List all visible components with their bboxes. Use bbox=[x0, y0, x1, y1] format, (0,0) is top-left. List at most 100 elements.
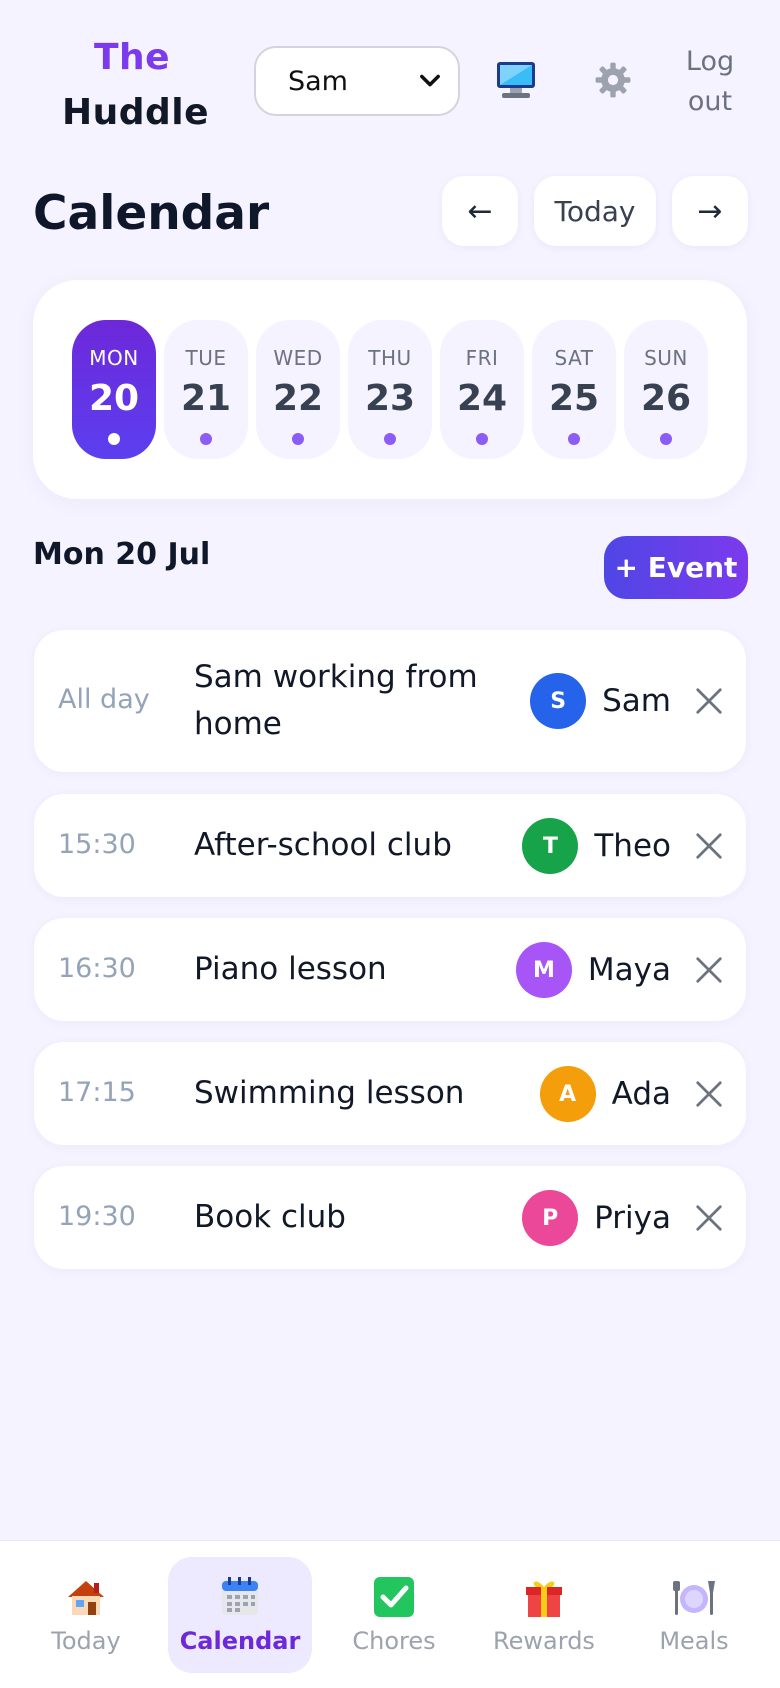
day-fri[interactable]: FRI 24 bbox=[440, 320, 524, 459]
event-assignee: S Sam bbox=[530, 673, 671, 729]
calendar-icon bbox=[222, 1577, 258, 1615]
event-title: Swimming lesson bbox=[194, 1075, 465, 1111]
bottom-navigation: Today Calendar Chores Rewards Meals bbox=[0, 1540, 780, 1688]
assignee-name: Ada bbox=[611, 1076, 671, 1112]
day-sat[interactable]: SAT 25 bbox=[532, 320, 616, 459]
tab-rewards[interactable]: Rewards bbox=[472, 1557, 616, 1673]
day-name: TUE bbox=[185, 346, 227, 370]
assignee-name: Priya bbox=[594, 1200, 671, 1236]
add-event-button[interactable]: + Event bbox=[604, 536, 748, 599]
today-button[interactable]: Today bbox=[534, 176, 656, 246]
logout-label-1: Log bbox=[685, 46, 735, 77]
tab-today[interactable]: Today bbox=[14, 1557, 158, 1673]
brand-line-2: Huddle bbox=[62, 92, 210, 133]
event-dot bbox=[292, 433, 304, 445]
brand-logo: The Huddle bbox=[62, 30, 210, 140]
assignee-name: Maya bbox=[587, 952, 671, 988]
event-assignee: P Priya bbox=[522, 1190, 671, 1246]
day-name: SAT bbox=[554, 346, 594, 370]
logout-label-2: out bbox=[687, 86, 733, 117]
tab-label: Today bbox=[51, 1627, 121, 1655]
event-item[interactable]: 16:30 Piano lesson M Maya bbox=[34, 918, 746, 1021]
event-item[interactable]: 19:30 Book club P Priya bbox=[34, 1166, 746, 1269]
day-number: 20 bbox=[88, 378, 140, 419]
tab-meals[interactable]: Meals bbox=[622, 1557, 766, 1673]
close-icon[interactable] bbox=[694, 955, 724, 985]
event-title: Piano lesson bbox=[194, 951, 387, 987]
day-number: 26 bbox=[640, 378, 692, 419]
day-name: FRI bbox=[465, 346, 499, 370]
day-tue[interactable]: TUE 21 bbox=[164, 320, 248, 459]
gear-icon[interactable] bbox=[594, 61, 632, 99]
day-name: WED bbox=[273, 346, 323, 370]
event-dot bbox=[660, 433, 672, 445]
tab-label: Rewards bbox=[493, 1627, 595, 1655]
selected-date-heading: Mon 20 Jul bbox=[33, 537, 211, 572]
event-item[interactable]: 15:30 After-school club T Theo bbox=[34, 794, 746, 897]
event-time: 16:30 bbox=[58, 953, 136, 984]
day-mon[interactable]: MON 20 bbox=[72, 320, 156, 459]
tab-chores[interactable]: Chores bbox=[322, 1557, 466, 1673]
event-dot bbox=[108, 433, 120, 445]
event-title: Sam working from home bbox=[194, 654, 478, 748]
app-header: The Huddle Sam Log out bbox=[0, 0, 780, 160]
day-number: 21 bbox=[180, 378, 232, 419]
event-dot bbox=[384, 433, 396, 445]
event-title-line-1: Sam working from bbox=[194, 659, 478, 695]
day-wed[interactable]: WED 22 bbox=[256, 320, 340, 459]
event-dot bbox=[476, 433, 488, 445]
avatar: T bbox=[522, 818, 579, 874]
tab-label: Chores bbox=[352, 1627, 436, 1655]
event-assignee: A Ada bbox=[539, 1066, 671, 1122]
event-title: Book club bbox=[194, 1199, 346, 1235]
tab-label: Calendar bbox=[179, 1627, 301, 1655]
day-number: 24 bbox=[456, 378, 508, 419]
day-number: 23 bbox=[364, 378, 416, 419]
gift-icon bbox=[526, 1581, 562, 1617]
house-icon bbox=[68, 1581, 104, 1615]
checkmark-icon bbox=[374, 1577, 414, 1617]
avatar: P bbox=[522, 1190, 579, 1246]
day-name: MON bbox=[89, 346, 139, 370]
close-icon[interactable] bbox=[694, 1079, 724, 1109]
chevron-down-icon bbox=[420, 74, 440, 87]
day-name: THU bbox=[368, 346, 412, 370]
event-assignee: T Theo bbox=[522, 818, 671, 874]
close-icon[interactable] bbox=[694, 831, 724, 861]
plate-cutlery-icon bbox=[673, 1581, 715, 1615]
avatar: M bbox=[515, 942, 572, 998]
event-time: 15:30 bbox=[58, 829, 136, 860]
logout-button[interactable]: Log out bbox=[670, 42, 750, 122]
event-title: After-school club bbox=[194, 827, 452, 863]
day-number: 25 bbox=[548, 378, 600, 419]
assignee-name: Sam bbox=[602, 683, 671, 719]
event-time: All day bbox=[58, 684, 150, 715]
event-dot bbox=[568, 433, 580, 445]
event-time: 19:30 bbox=[58, 1201, 136, 1232]
event-assignee: M Maya bbox=[515, 942, 671, 998]
previous-week-button[interactable]: ← bbox=[442, 176, 518, 246]
monitor-icon[interactable] bbox=[494, 60, 538, 100]
event-item[interactable]: 17:15 Swimming lesson A Ada bbox=[34, 1042, 746, 1145]
week-strip: MON 20 TUE 21 WED 22 THU 23 FRI 24 SAT 2… bbox=[33, 280, 747, 499]
close-icon[interactable] bbox=[694, 686, 724, 716]
tab-label: Meals bbox=[659, 1627, 729, 1655]
user-select[interactable]: Sam bbox=[254, 46, 460, 116]
brand-line-1: The bbox=[93, 37, 171, 78]
assignee-name: Theo bbox=[594, 828, 671, 864]
day-sun[interactable]: SUN 26 bbox=[624, 320, 708, 459]
tab-calendar[interactable]: Calendar bbox=[168, 1557, 312, 1673]
day-number: 22 bbox=[272, 378, 324, 419]
avatar: A bbox=[539, 1066, 596, 1122]
user-select-value: Sam bbox=[288, 65, 348, 97]
event-dot bbox=[200, 433, 212, 445]
event-title-line-2: home bbox=[194, 706, 282, 742]
day-name: SUN bbox=[644, 346, 688, 370]
close-icon[interactable] bbox=[694, 1203, 724, 1233]
next-week-button[interactable]: → bbox=[672, 176, 748, 246]
page-title: Calendar bbox=[33, 186, 270, 241]
day-thu[interactable]: THU 23 bbox=[348, 320, 432, 459]
event-time: 17:15 bbox=[58, 1077, 136, 1108]
event-item[interactable]: All day Sam working from home S Sam bbox=[34, 630, 746, 772]
avatar: S bbox=[530, 673, 587, 729]
